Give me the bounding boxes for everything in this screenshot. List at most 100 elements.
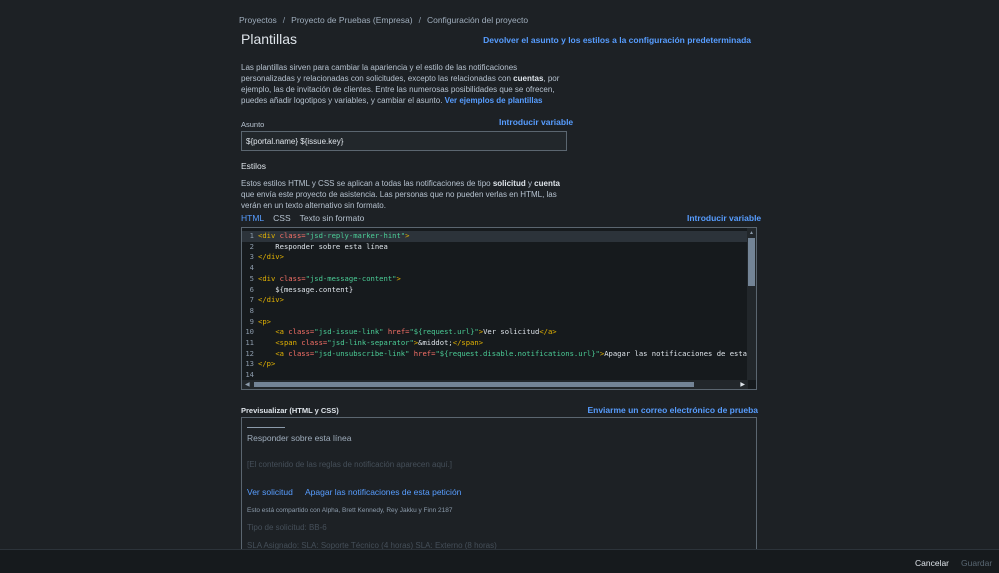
code-token: class= bbox=[288, 327, 315, 337]
code-token: <span bbox=[275, 338, 302, 347]
line-number: 6 bbox=[249, 284, 254, 294]
code-token: <div bbox=[258, 231, 280, 240]
cancel-button[interactable]: Cancelar bbox=[909, 555, 952, 571]
preview-panel: Responder sobre esta línea [El contenido… bbox=[241, 417, 757, 557]
breadcrumb: Proyectos / Proyecto de Pruebas (Empresa) /… bbox=[239, 15, 528, 25]
subject-input[interactable]: ${portal.name} ${issue.key} bbox=[241, 131, 567, 151]
preview-rules-placeholder: [El contenido de las reglas de notificac… bbox=[247, 460, 453, 469]
code-token: "jsd-reply-marker-hint" bbox=[305, 231, 406, 240]
line-number: 9 bbox=[249, 316, 254, 326]
line-number: 8 bbox=[249, 305, 254, 315]
reset-defaults-link[interactable]: Devolver el asunto y los estilos a la co… bbox=[483, 35, 751, 45]
code-token: > bbox=[405, 231, 410, 240]
subject-label: Asunto bbox=[241, 120, 265, 129]
horizontal-scrollbar[interactable]: ◀ ▶ bbox=[242, 380, 748, 389]
code-token: "jsd-link-separator" bbox=[327, 338, 414, 347]
code-line[interactable]: 13 </p> bbox=[242, 359, 748, 370]
code-token: </div> bbox=[258, 295, 284, 305]
code-line[interactable]: 1 <div class="jsd-reply-marker-hint"> bbox=[242, 231, 748, 242]
code-token: "jsd-unsubscribe-link" bbox=[314, 348, 410, 358]
code-line[interactable]: 12 <a class="jsd-unsubscribe-link" href=… bbox=[242, 349, 748, 360]
code-token: class= bbox=[301, 338, 328, 347]
styles-desc-bold2: cuenta bbox=[534, 179, 560, 188]
code-token: </div> bbox=[258, 252, 284, 262]
preview-shared-with: Esto está compartido con Alpha, Brett Ke… bbox=[247, 507, 453, 514]
vertical-scroll-thumb[interactable] bbox=[748, 238, 755, 286]
preview-label: Previsualizar (HTML y CSS) bbox=[241, 406, 339, 415]
code-token: > bbox=[396, 273, 401, 283]
styles-desc-bold1: solicitud bbox=[492, 179, 526, 188]
tab-html[interactable]: HTML bbox=[241, 213, 264, 223]
code-token: href= bbox=[383, 327, 410, 337]
breadcrumb-separator: / bbox=[282, 15, 286, 25]
styles-description: Estos estilos HTML y CSS se aplican a to… bbox=[241, 178, 571, 211]
code-token: "jsd-issue-link" bbox=[314, 327, 384, 337]
code-line[interactable]: 3 </div> bbox=[242, 252, 748, 263]
code-token: ${message.content} bbox=[258, 284, 354, 294]
breadcrumb-settings[interactable]: Configuración del proyecto bbox=[427, 15, 528, 25]
code-token: <p> bbox=[258, 316, 271, 326]
tab-plain-text[interactable]: Texto sin formato bbox=[300, 213, 365, 223]
intro-text: Las plantillas sirven para cambiar la ap… bbox=[241, 62, 571, 106]
line-number: 7 bbox=[249, 295, 254, 305]
code-token: "${request.url}" bbox=[409, 327, 479, 337]
code-token: class= bbox=[279, 273, 306, 283]
scroll-up-icon[interactable]: ▲ bbox=[749, 230, 754, 236]
style-tabs: HTML CSS Texto sin formato bbox=[241, 213, 373, 223]
preview-reply-hint: Responder sobre esta línea bbox=[247, 433, 352, 443]
reply-divider bbox=[247, 427, 285, 428]
breadcrumb-separator: / bbox=[418, 15, 421, 25]
preview-unsubscribe-link[interactable]: Apagar las notificaciones de esta petici… bbox=[305, 487, 461, 497]
code-line[interactable]: 6 ${message.content} bbox=[242, 285, 748, 296]
code-token: </span> bbox=[452, 338, 484, 347]
tab-css[interactable]: CSS bbox=[273, 213, 290, 223]
styles-desc-part2: y bbox=[525, 179, 535, 188]
code-editor[interactable]: 14 13 </p> 12 <a class="jsd-unsubscribe-lin… bbox=[241, 227, 757, 390]
line-number: 4 bbox=[249, 263, 254, 273]
send-test-email-link[interactable]: Enviarme un correo electrónico de prueba bbox=[587, 405, 758, 415]
code-token: &middot; bbox=[418, 338, 453, 347]
template-examples-link[interactable]: Ver ejemplos de plantillas bbox=[445, 96, 543, 105]
intro-part1: Las plantillas sirven para cambiar la ap… bbox=[241, 63, 518, 83]
vertical-scrollbar[interactable]: ▲ bbox=[747, 228, 756, 380]
scroll-left-icon[interactable]: ◀ bbox=[245, 381, 250, 388]
code-token: <a bbox=[275, 348, 289, 358]
styles-label: Estilos bbox=[241, 161, 267, 171]
styles-desc-part1: Estos estilos HTML y CSS se aplican a to… bbox=[241, 179, 493, 188]
breadcrumb-project[interactable]: Proyecto de Pruebas (Empresa) bbox=[291, 15, 412, 25]
code-token: </p> bbox=[258, 359, 276, 369]
styles-desc-part3: que envía este proyecto de asistencia. L… bbox=[241, 190, 557, 210]
code-line[interactable]: 2 Responder sobre esta línea bbox=[242, 242, 748, 253]
code-token: </a> bbox=[539, 327, 557, 337]
code-token: "${request.disable.notifications.url}" bbox=[435, 348, 600, 358]
code-token: Apagar las notificaciones de esta pe bbox=[604, 348, 748, 358]
line-number: 1 bbox=[249, 231, 254, 240]
code-token: Ver solicitud bbox=[483, 327, 540, 337]
line-number: 10 bbox=[245, 327, 254, 337]
code-line[interactable]: 5 <div class="jsd-message-content"> bbox=[242, 274, 748, 285]
line-number: 2 bbox=[249, 241, 254, 251]
intro-bold: cuentas bbox=[513, 74, 544, 83]
code-line[interactable]: 10 <a class="jsd-issue-link" href="${req… bbox=[242, 327, 748, 338]
page-title: Plantillas bbox=[241, 31, 298, 47]
code-line[interactable]: 9 <p> bbox=[242, 317, 748, 328]
line-number: 3 bbox=[249, 252, 254, 262]
code-token: "jsd-message-content" bbox=[305, 273, 397, 283]
styles-insert-variable-link[interactable]: Introducir variable bbox=[687, 213, 761, 223]
line-number: 11 bbox=[245, 338, 254, 347]
code-line[interactable]: 7 </div> bbox=[242, 295, 748, 306]
code-line[interactable]: 11 <span class="jsd-link-separator">&mid… bbox=[242, 338, 748, 349]
code-line[interactable]: 4 bbox=[242, 263, 748, 274]
save-button[interactable]: Guardar bbox=[955, 555, 995, 571]
code-token: Responder sobre esta línea bbox=[258, 241, 388, 251]
preview-view-request-link[interactable]: Ver solicitud bbox=[247, 487, 293, 497]
horizontal-scroll-thumb[interactable] bbox=[254, 382, 694, 387]
breadcrumb-projects[interactable]: Proyectos bbox=[239, 15, 277, 25]
scroll-right-icon[interactable]: ▶ bbox=[740, 381, 745, 388]
subject-insert-variable-link[interactable]: Introducir variable bbox=[499, 117, 573, 127]
line-number: 12 bbox=[245, 348, 254, 358]
code-line[interactable]: 8 bbox=[242, 306, 748, 317]
